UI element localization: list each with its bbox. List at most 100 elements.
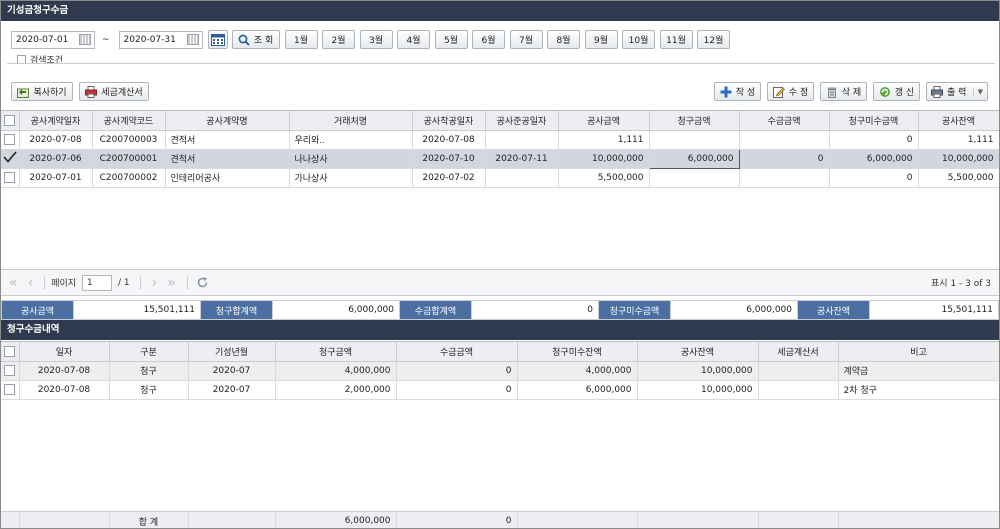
month-button-5[interactable]: 5월 [434, 30, 468, 49]
header-select-all[interactable] [1, 342, 20, 362]
table-cell[interactable] [485, 168, 559, 188]
column-header[interactable]: 기성년월 [188, 342, 276, 362]
calendar-button[interactable] [207, 30, 228, 49]
table-cell[interactable] [758, 361, 839, 381]
table-cell[interactable]: 4,000,000 [275, 361, 397, 381]
table-row-selected[interactable]: 2020-07-06 C200700001 견적서 나나상사 2020-07-1… [1, 148, 999, 169]
search-button[interactable]: 조 회 [231, 30, 280, 49]
print-button[interactable]: 출 력 ▼ [926, 82, 988, 101]
print-main[interactable]: 출 력 [931, 85, 966, 98]
column-header[interactable]: 구분 [109, 342, 189, 362]
table-cell[interactable]: 10,000,000 [558, 149, 650, 169]
table-cell[interactable]: 2020-07-06 [19, 149, 93, 169]
table-cell[interactable] [649, 168, 740, 188]
column-header[interactable]: 공사계약코드 [92, 111, 166, 131]
column-header[interactable]: 공사잔액 [637, 342, 759, 362]
table-cell[interactable]: C200700003 [92, 130, 166, 150]
row-checkbox[interactable] [4, 384, 16, 395]
table-cell[interactable]: 5,500,000 [918, 168, 999, 188]
table-row[interactable]: 2020-07-01 C200700002 인테리어공사 가나상사 2020-0… [1, 168, 999, 188]
month-button-12[interactable]: 12월 [697, 30, 731, 49]
column-header[interactable]: 청구금액 [275, 342, 397, 362]
row-checkbox-cell[interactable] [1, 149, 20, 169]
active-cell[interactable]: 6,000,000 [648, 148, 740, 169]
month-button-3[interactable]: 3월 [359, 30, 393, 49]
month-button-4[interactable]: 4월 [397, 30, 431, 49]
table-cell[interactable]: 10,000,000 [637, 380, 759, 400]
header-select-all[interactable] [1, 111, 20, 131]
table-cell[interactable]: 2020-07-10 [412, 149, 486, 169]
select-all-checkbox[interactable] [4, 114, 16, 126]
edit-button[interactable]: 수 정 [767, 82, 814, 101]
table-cell[interactable]: 2020-07-08 [19, 130, 93, 150]
column-header[interactable]: 청구미수금액 [829, 111, 919, 131]
table-cell[interactable]: 4,000,000 [517, 361, 638, 381]
table-cell[interactable] [739, 130, 830, 150]
column-header[interactable]: 수금금액 [396, 342, 518, 362]
table-cell[interactable]: 2020-07-08 [19, 380, 110, 400]
date-to-input[interactable]: 2020-07-31 [118, 30, 203, 49]
table-cell[interactable]: 10,000,000 [918, 149, 999, 169]
column-header[interactable]: 세금계산서 [758, 342, 839, 362]
column-header[interactable]: 공사준공일자 [485, 111, 559, 131]
table-cell[interactable] [758, 380, 839, 400]
row-checkbox-cell[interactable] [1, 361, 20, 381]
reload-icon[interactable] [196, 276, 209, 289]
month-button-8[interactable]: 8월 [547, 30, 581, 49]
table-cell[interactable]: 견적서 [165, 149, 290, 169]
month-button-9[interactable]: 9월 [584, 30, 618, 49]
row-checkbox[interactable] [4, 172, 16, 183]
calendar-grid-icon[interactable] [79, 34, 91, 45]
month-button-6[interactable]: 6월 [472, 30, 506, 49]
row-checkbox[interactable] [4, 134, 16, 145]
column-header[interactable]: 청구금액 [649, 111, 740, 131]
table-cell[interactable]: 1,111 [918, 130, 999, 150]
month-button-1[interactable]: 1월 [284, 30, 318, 49]
row-checkbox-cell[interactable] [1, 380, 20, 400]
last-page-icon[interactable]: » [167, 275, 176, 291]
copy-button[interactable]: 복사하기 [11, 82, 73, 101]
column-header[interactable]: 공사계약명 [165, 111, 290, 131]
table-cell[interactable] [649, 130, 740, 150]
select-all-checkbox[interactable] [4, 345, 16, 357]
table-cell[interactable] [739, 168, 830, 188]
table-cell[interactable]: 1,111 [558, 130, 650, 150]
create-button[interactable]: 작 성 [714, 82, 761, 101]
table-cell[interactable]: 2차 청구 [838, 380, 999, 400]
column-header[interactable]: 일자 [19, 342, 110, 362]
chevron-down-icon[interactable]: ▼ [972, 87, 983, 96]
checkmark-icon[interactable] [3, 151, 17, 163]
page-input[interactable]: 1 [82, 274, 113, 291]
month-button-2[interactable]: 2월 [322, 30, 356, 49]
table-cell[interactable]: 2020-07 [188, 361, 276, 381]
row-checkbox-cell[interactable] [1, 168, 20, 188]
column-header[interactable]: 공사계약일자 [19, 111, 93, 131]
delete-button[interactable]: 삭 제 [820, 82, 867, 101]
date-from-input[interactable]: 2020-07-01 [11, 30, 95, 49]
table-cell[interactable] [485, 130, 559, 150]
table-cell[interactable]: 계약금 [838, 361, 999, 381]
calendar-grid-icon[interactable] [186, 34, 199, 45]
table-cell[interactable]: 2020-07-08 [19, 361, 110, 381]
table-cell[interactable]: 0 [739, 149, 830, 169]
prev-page-icon[interactable]: ‹ [28, 275, 34, 291]
column-header[interactable]: 공사금액 [558, 111, 650, 131]
column-header[interactable]: 거래처명 [289, 111, 413, 131]
table-row[interactable]: 2020-07-08 C200700003 견적서 우리와.. 2020-07-… [1, 130, 999, 150]
table-cell[interactable]: 0 [829, 130, 919, 150]
table-cell[interactable]: 2020-07-01 [19, 168, 93, 188]
table-cell[interactable]: 나나상사 [289, 149, 413, 169]
month-button-10[interactable]: 10월 [622, 30, 656, 49]
column-header[interactable]: 청구미수잔액 [517, 342, 638, 362]
row-checkbox[interactable] [4, 365, 16, 376]
table-cell[interactable]: 2,000,000 [275, 380, 397, 400]
table-cell[interactable]: 0 [829, 168, 919, 188]
row-checkbox-cell[interactable] [1, 130, 20, 150]
table-cell[interactable]: 6,000,000 [517, 380, 638, 400]
refresh-button[interactable]: 갱 신 [873, 82, 920, 101]
table-cell[interactable]: 5,500,000 [558, 168, 650, 188]
table-cell[interactable]: 0 [396, 380, 518, 400]
next-page-icon[interactable]: › [152, 275, 158, 291]
table-row[interactable]: 2020-07-08 청구 2020-07 4,000,000 0 4,000,… [1, 361, 999, 381]
table-cell[interactable]: 우리와.. [289, 130, 413, 150]
